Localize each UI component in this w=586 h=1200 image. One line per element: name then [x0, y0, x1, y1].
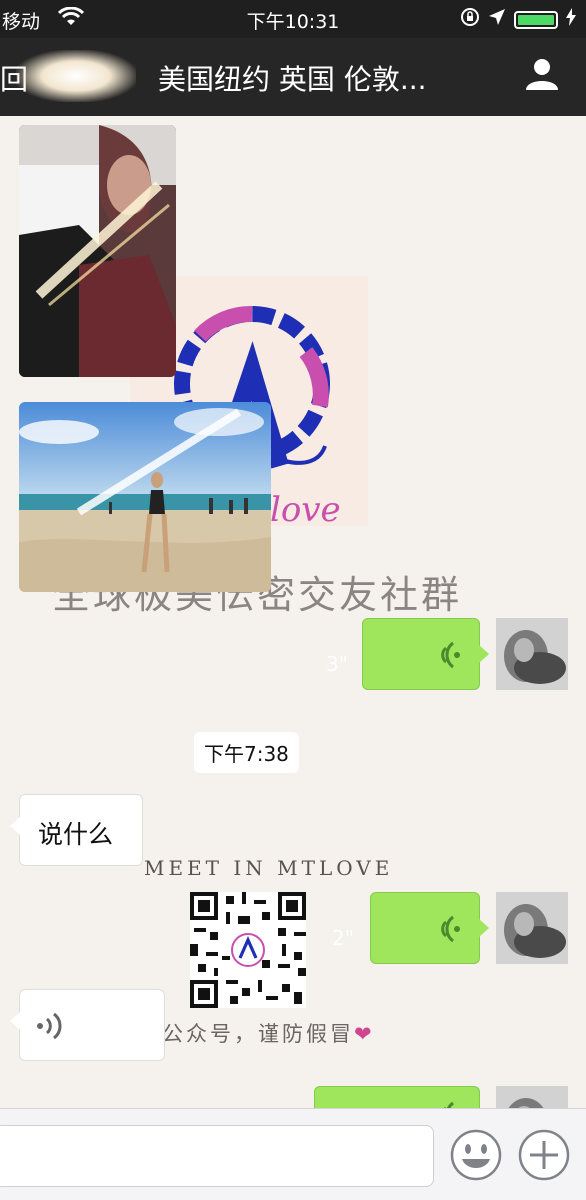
outgoing-voice-message[interactable]	[314, 1086, 480, 1108]
my-avatar[interactable]	[496, 1086, 568, 1108]
emoji-button[interactable]	[448, 1127, 504, 1183]
voice-wave-icon	[36, 1012, 62, 1044]
incoming-image-beach[interactable]	[19, 402, 271, 592]
incoming-image-selfie[interactable]	[19, 125, 176, 377]
emoji-icon	[450, 1129, 502, 1181]
voice-wave-icon	[435, 641, 461, 673]
status-bar: 移动 下午10:31	[0, 0, 586, 38]
chat-info-person-icon[interactable]	[524, 56, 560, 96]
watermark-meet-text: MEET IN MTLOVE	[144, 856, 394, 880]
watermark-gzh-text: 公众号，谨防假冒❤	[162, 1018, 375, 1048]
watermark-qr-code	[190, 892, 306, 1008]
outgoing-voice-message[interactable]	[362, 618, 489, 690]
battery-icon	[514, 10, 558, 29]
input-toolbar	[0, 1108, 586, 1200]
voice-wave-icon	[435, 1101, 461, 1108]
watermark-logo-text: love	[270, 490, 341, 526]
my-avatar[interactable]	[496, 618, 568, 690]
heart-icon: ❤	[354, 1022, 375, 1046]
watermark-gzh-label: 公众号，谨防假冒	[162, 1022, 354, 1046]
incoming-voice-message[interactable]	[10, 989, 165, 1061]
my-avatar[interactable]	[496, 892, 568, 964]
plus-icon	[518, 1129, 570, 1181]
more-options-button[interactable]	[516, 1127, 572, 1183]
voice-wave-icon	[435, 915, 461, 947]
name-sparkle-overlay	[16, 50, 136, 102]
incoming-text-message[interactable]: 说什么	[10, 794, 143, 866]
message-timestamp: 下午7:38	[194, 732, 299, 773]
group-name: 美国纽约 英国 伦敦...	[158, 63, 427, 96]
status-icons	[460, 7, 576, 32]
message-input[interactable]	[0, 1125, 434, 1187]
chat-area[interactable]: love 全球极美伝密交友社群 MEET IN MTLOVE 公众号，谨防假冒❤…	[0, 116, 586, 1108]
message-text: 说什么	[38, 820, 114, 849]
outgoing-voice-message[interactable]	[370, 892, 489, 964]
charging-bolt-icon	[566, 8, 576, 31]
orientation-lock-icon	[460, 7, 480, 32]
chat-header: 回美国纽约 英国 伦敦...	[0, 38, 586, 116]
voice-duration: 2"	[332, 926, 354, 950]
voice-duration: 3"	[326, 652, 348, 676]
location-arrow-icon	[488, 8, 506, 31]
